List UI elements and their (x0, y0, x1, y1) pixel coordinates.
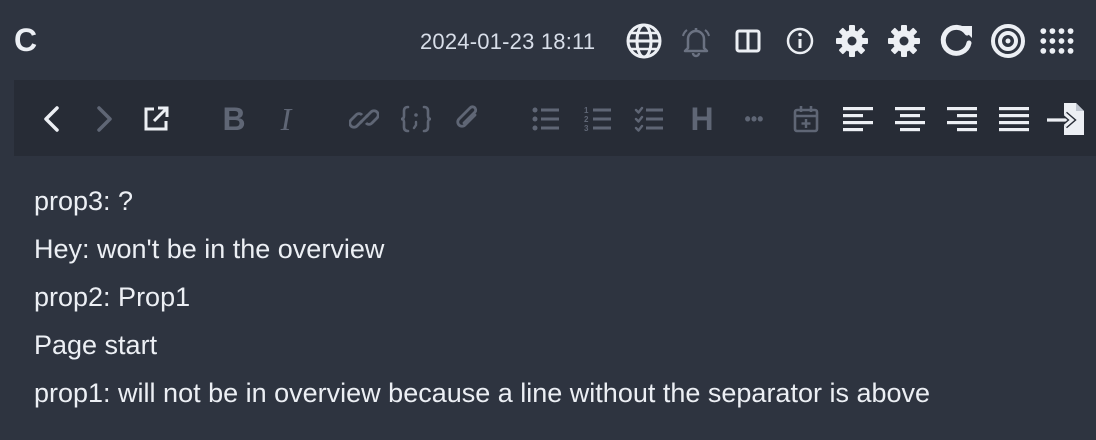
numbered-list-icon: 123 (584, 106, 611, 133)
more-button[interactable]: ••• (734, 99, 774, 139)
link-icon (349, 109, 379, 129)
heading-label: H (690, 101, 714, 137)
content-line: prop1: will not be in overview because a… (34, 378, 931, 408)
more-label: ••• (744, 109, 764, 129)
app-title: C (14, 22, 38, 58)
content-line: prop3: ? (34, 186, 134, 216)
chevron-right-icon (97, 106, 112, 132)
bold-label: B (222, 101, 246, 137)
insert-date-button[interactable] (786, 99, 826, 139)
align-right-icon (947, 107, 977, 132)
paperclip-icon (456, 105, 478, 128)
back-button[interactable] (32, 99, 72, 139)
checklist-button[interactable] (630, 99, 670, 139)
content-line: Page start (34, 330, 158, 360)
align-left-button[interactable] (838, 99, 878, 139)
svg-text:3: 3 (584, 124, 589, 133)
info-icon[interactable] (781, 22, 819, 60)
attachment-button[interactable] (448, 99, 488, 139)
align-right-button[interactable] (942, 99, 982, 139)
gear-icon[interactable] (885, 22, 923, 60)
external-link-icon (144, 106, 169, 131)
apps-grid-icon[interactable] (1040, 22, 1078, 60)
checklist-icon (634, 106, 663, 132)
split-view-icon[interactable] (729, 22, 767, 60)
heading-button[interactable]: H (682, 99, 722, 139)
bullet-list-icon (532, 107, 559, 131)
svg-text:1: 1 (584, 106, 589, 115)
bold-button[interactable]: B (214, 99, 254, 139)
globe-icon[interactable] (625, 22, 663, 60)
svg-text:2: 2 (584, 115, 589, 124)
numbered-list-button[interactable]: 123 (578, 99, 618, 139)
content-line: prop2: Prop1 (34, 282, 191, 312)
bell-icon[interactable] (677, 22, 715, 60)
forward-button[interactable] (84, 99, 124, 139)
align-center-icon (895, 107, 925, 132)
align-center-button[interactable] (890, 99, 930, 139)
timestamp: 2024-01-23 18:11 (420, 29, 596, 54)
import-file-button[interactable] (1046, 99, 1086, 139)
calendar-plus-icon (793, 106, 819, 133)
align-justify-icon (999, 107, 1029, 132)
open-external-button[interactable] (136, 99, 176, 139)
gear-icon[interactable] (833, 22, 871, 60)
bullet-list-button[interactable] (526, 99, 566, 139)
refresh-icon[interactable] (937, 22, 975, 60)
file-import-icon (1047, 103, 1084, 135)
note-content[interactable]: prop3: ? Hey: won't be in the overview p… (34, 178, 1076, 418)
top-bar: C 2024-01-23 18:11 (0, 0, 1096, 80)
code-block-button[interactable] (396, 99, 436, 139)
editor-toolbar: B I 1 2 3 H ••• (14, 80, 1096, 156)
italic-label: I (280, 101, 292, 137)
italic-button[interactable]: I (266, 99, 306, 139)
link-button[interactable] (344, 99, 384, 139)
chevron-left-icon (44, 106, 59, 132)
content-line: Hey: won't be in the overview (34, 234, 385, 264)
target-icon[interactable] (989, 22, 1027, 60)
align-justify-button[interactable] (994, 99, 1034, 139)
align-left-icon (843, 107, 873, 132)
code-braces-icon (400, 105, 432, 133)
